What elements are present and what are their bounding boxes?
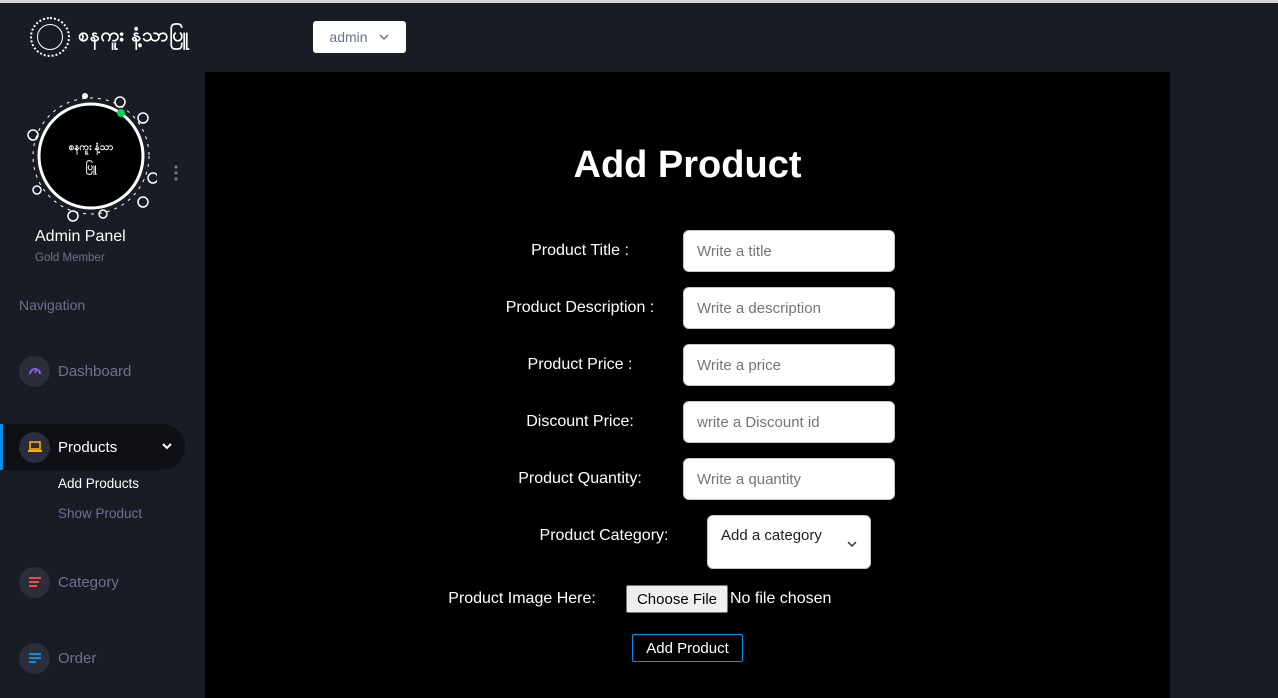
sidebar-item-label: Products <box>58 438 118 456</box>
laptop-icon <box>19 431 50 463</box>
right-gutter <box>1170 72 1278 698</box>
sidebar-item-label: Dashboard <box>58 362 132 380</box>
discount-label: Discount Price: <box>526 413 634 430</box>
sidebar: စနကူး နံ့သာပြူ Admin Panel Gold Member N… <box>0 72 205 698</box>
price-label: Product Price : <box>527 356 633 373</box>
category-label: Product Category: <box>539 527 669 544</box>
discount-input[interactable] <box>683 401 895 443</box>
add-product-button[interactable]: Add Product <box>632 634 743 662</box>
category-select[interactable]: Add a category <box>707 515 871 569</box>
avatar-logo-text: စနကူး နံ့သာပြူ <box>68 142 114 173</box>
subnav-add-products[interactable]: Add Products <box>58 476 139 491</box>
title-input[interactable] <box>683 230 895 272</box>
brand[interactable]: စနကူး နံ့သာပြူ <box>30 17 190 57</box>
user-dropdown[interactable]: admin <box>313 21 406 53</box>
category-select-value: Add a category <box>721 527 822 544</box>
user-dropdown-label: admin <box>329 29 368 45</box>
more-vertical-icon[interactable] <box>172 164 180 182</box>
chevron-down-icon <box>847 541 857 548</box>
sidebar-item-category[interactable]: Category <box>0 559 185 605</box>
profile-name: Admin Panel <box>35 228 126 245</box>
brand-text: စနကူး နံ့သာပြူ <box>78 25 190 46</box>
title-label: Product Title : <box>531 242 629 259</box>
quantity-input[interactable] <box>683 458 895 500</box>
main-content: Add Product Product Title : Product Desc… <box>205 72 1170 698</box>
file-status: No file chosen <box>730 590 832 607</box>
subnav-show-product[interactable]: Show Product <box>58 506 142 521</box>
online-status-dot <box>117 109 125 117</box>
description-input[interactable] <box>683 287 895 329</box>
profile-subtitle: Gold Member <box>35 252 105 264</box>
top-navbar: စနကူး နံ့သာပြူ admin <box>0 3 1278 72</box>
nav-heading: Navigation <box>19 297 86 313</box>
chevron-down-icon <box>379 34 389 41</box>
choose-file-button[interactable]: Choose File <box>626 585 728 613</box>
avatar[interactable]: စနကူး နံ့သာပြူ <box>25 90 157 222</box>
brand-logo-inner <box>37 24 63 50</box>
message-icon <box>19 642 50 674</box>
image-label: Product Image Here: <box>448 590 596 607</box>
sidebar-item-dashboard[interactable]: Dashboard <box>0 348 185 394</box>
speedometer-icon <box>19 355 50 387</box>
sidebar-item-label: Order <box>58 649 97 667</box>
price-input[interactable] <box>683 344 895 386</box>
sidebar-item-products[interactable]: Products <box>0 424 185 470</box>
chevron-down-icon <box>162 443 172 450</box>
quantity-label: Product Quantity: <box>518 470 642 487</box>
page-title: Add Product <box>573 144 802 186</box>
sidebar-item-label: Category <box>58 573 119 591</box>
brand-logo <box>30 17 70 57</box>
description-label: Product Description : <box>505 299 655 316</box>
sidebar-item-order[interactable]: Order <box>0 635 185 681</box>
list-icon <box>19 566 50 598</box>
